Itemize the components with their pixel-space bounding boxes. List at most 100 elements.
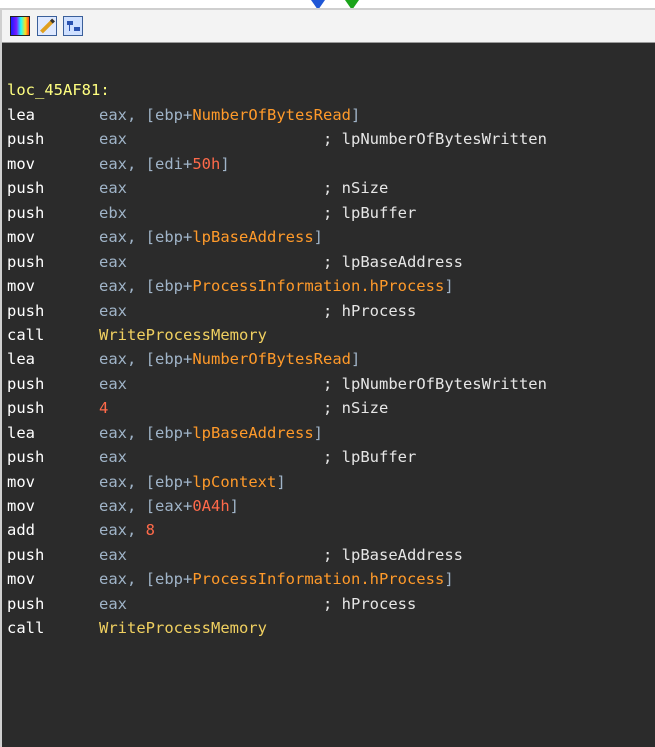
operand-token[interactable]: eax, (99, 570, 146, 588)
mnemonic[interactable]: push (7, 543, 44, 567)
operands[interactable]: eax, [ebp+lpContext] (99, 470, 286, 494)
operands[interactable]: eax, [ebp+ProcessInformation.hProcess] (99, 567, 454, 591)
operand-token[interactable]: ] (314, 424, 323, 442)
mnemonic[interactable]: lea (7, 347, 35, 371)
code-line[interactable]: mov eax, [ebp+lpContext] (7, 470, 653, 494)
code-line[interactable]: push eax ; lpBaseAddress (7, 543, 653, 567)
operand-token[interactable]: eax, (99, 424, 146, 442)
mnemonic[interactable]: push (7, 176, 44, 200)
operand-token[interactable]: ] (314, 228, 323, 246)
mnemonic[interactable]: push (7, 592, 44, 616)
operand-token[interactable]: lpContext (192, 473, 276, 491)
operand-token[interactable]: ProcessInformation.hProcess (192, 570, 444, 588)
mnemonic[interactable]: mov (7, 470, 35, 494)
code-line[interactable]: push 4 ; nSize (7, 396, 653, 420)
operand-token[interactable]: eax, (99, 473, 146, 491)
mnemonic[interactable]: push (7, 127, 44, 151)
code-line[interactable]: push eax ; lpBuffer (7, 445, 653, 469)
operand-token[interactable]: WriteProcessMemory (99, 619, 267, 637)
operands[interactable]: eax, [ebp+lpBaseAddress] (99, 225, 323, 249)
operand-token[interactable]: eax (99, 179, 127, 197)
operand-token[interactable]: ebp+ (155, 424, 192, 442)
operand-token[interactable]: NumberOfBytesRead (192, 350, 351, 368)
code-line[interactable]: lea eax, [ebp+NumberOfBytesRead] (7, 347, 653, 371)
mnemonic[interactable]: add (7, 518, 35, 542)
operand-token[interactable]: [ (146, 228, 155, 246)
code-line[interactable]: add eax, 8 (7, 518, 653, 542)
operand-token[interactable]: [ (146, 350, 155, 368)
operand-token[interactable]: ebp+ (155, 570, 192, 588)
operand-token[interactable]: eax+ (155, 497, 192, 515)
operand-token[interactable]: [ (146, 570, 155, 588)
operands[interactable]: eax, [ebp+NumberOfBytesRead] (99, 103, 360, 127)
operands[interactable]: eax (99, 592, 127, 616)
operand-token[interactable]: ebp+ (155, 106, 192, 124)
operand-token[interactable]: lpBaseAddress (192, 228, 313, 246)
operands[interactable]: ebx (99, 201, 127, 225)
operands[interactable]: eax, [ebp+NumberOfBytesRead] (99, 347, 360, 371)
operand-token[interactable]: eax, (99, 521, 146, 539)
code-line[interactable]: mov eax, [ebp+ProcessInformation.hProcess… (7, 274, 653, 298)
code-line[interactable]: mov eax, [ebp+ProcessInformation.hProcess… (7, 567, 653, 591)
mnemonic[interactable]: push (7, 396, 44, 420)
code-line[interactable]: push eax ; hProcess (7, 299, 653, 323)
operand-token[interactable]: [ (146, 473, 155, 491)
operand-token[interactable]: WriteProcessMemory (99, 326, 267, 344)
code-line[interactable]: call WriteProcessMemory (7, 323, 653, 347)
graph-icon[interactable] (63, 16, 83, 36)
operand-token[interactable]: ] (230, 497, 239, 515)
mnemonic[interactable]: mov (7, 567, 35, 591)
operand-token[interactable]: eax (99, 375, 127, 393)
operand-token[interactable]: eax, (99, 497, 146, 515)
operand-token[interactable]: 8 (146, 521, 155, 539)
operand-token[interactable]: eax (99, 253, 127, 271)
operand-token[interactable]: ebx (99, 204, 127, 222)
operand-token[interactable]: ebp+ (155, 473, 192, 491)
operands[interactable]: eax (99, 445, 127, 469)
operand-token[interactable]: [ (146, 155, 155, 173)
operand-token[interactable]: eax (99, 595, 127, 613)
code-label[interactable]: loc_45AF81: (7, 78, 110, 102)
operand-token[interactable]: [ (146, 424, 155, 442)
mnemonic[interactable]: call (7, 616, 44, 640)
operand-token[interactable]: ] (351, 350, 360, 368)
code-line[interactable]: mov eax, [edi+50h] (7, 152, 653, 176)
operands[interactable]: eax, 8 (99, 518, 155, 542)
mnemonic[interactable]: push (7, 372, 44, 396)
mnemonic[interactable]: push (7, 250, 44, 274)
mnemonic[interactable]: mov (7, 274, 35, 298)
operand-token[interactable]: [ (146, 277, 155, 295)
code-line[interactable]: push eax ; hProcess (7, 592, 653, 616)
code-line[interactable]: call WriteProcessMemory (7, 616, 653, 640)
operand-token[interactable]: ] (220, 155, 229, 173)
operand-token[interactable]: edi+ (155, 155, 192, 173)
operand-token[interactable]: eax (99, 448, 127, 466)
mnemonic[interactable]: push (7, 299, 44, 323)
operands[interactable]: 4 (99, 396, 108, 420)
code-line[interactable]: mov eax, [eax+0A4h] (7, 494, 653, 518)
operand-token[interactable]: lpBaseAddress (192, 424, 313, 442)
operands[interactable]: eax (99, 127, 127, 151)
operands[interactable]: WriteProcessMemory (99, 323, 267, 347)
edit-node-icon[interactable] (37, 16, 57, 36)
operand-token[interactable]: ] (351, 106, 360, 124)
code-line[interactable]: lea eax, [ebp+NumberOfBytesRead] (7, 103, 653, 127)
operand-token[interactable]: ] (276, 473, 285, 491)
operand-token[interactable]: eax (99, 546, 127, 564)
operands[interactable]: eax (99, 299, 127, 323)
operands[interactable]: WriteProcessMemory (99, 616, 267, 640)
operand-token[interactable]: eax, (99, 106, 146, 124)
code-line[interactable]: push eax ; lpNumberOfBytesWritten (7, 372, 653, 396)
mnemonic[interactable]: push (7, 201, 44, 225)
mnemonic[interactable]: call (7, 323, 44, 347)
operand-token[interactable]: ebp+ (155, 350, 192, 368)
operand-token[interactable]: eax, (99, 228, 146, 246)
operand-token[interactable]: ebp+ (155, 277, 192, 295)
operand-token[interactable]: eax, (99, 350, 146, 368)
palette-icon[interactable] (10, 16, 30, 36)
code-line[interactable]: lea eax, [ebp+lpBaseAddress] (7, 421, 653, 445)
operands[interactable]: eax (99, 176, 127, 200)
operand-token[interactable]: [ (146, 106, 155, 124)
operand-token[interactable]: [ (146, 497, 155, 515)
operands[interactable]: eax, [ebp+ProcessInformation.hProcess] (99, 274, 454, 298)
